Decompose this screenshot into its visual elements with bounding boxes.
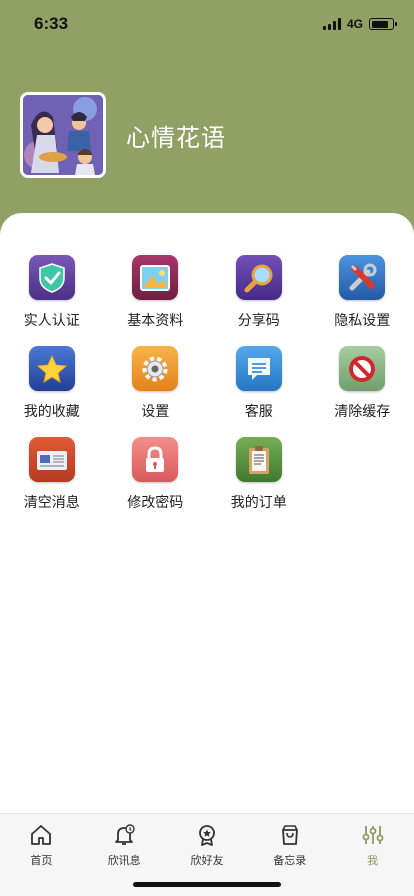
menu-item-verify[interactable]: 实人认证	[0, 255, 104, 330]
network-type: 4G	[346, 17, 363, 31]
no-entry-icon	[339, 346, 386, 391]
tab-me[interactable]: 我	[331, 814, 414, 896]
menu-item-favorites[interactable]: 我的收藏	[0, 346, 104, 421]
lock-icon	[132, 437, 179, 482]
signal-icon	[322, 18, 341, 30]
picture-icon	[132, 255, 179, 300]
menu-item-clear-cache[interactable]: 清除缓存	[311, 346, 414, 421]
menu-item-settings[interactable]: 设置	[104, 346, 208, 421]
menu-item-label: 基本资料	[127, 313, 184, 329]
shield-check-icon	[28, 255, 75, 300]
menu-item-privacy[interactable]: 隐私设置	[311, 255, 414, 330]
tools-icon	[339, 255, 386, 300]
menu-card: 实人认证 基本资料 分享码 隐私设置 我的收藏 设置 客服 清除缓存 清空消息 …	[0, 213, 414, 813]
magnifier-icon	[235, 255, 282, 300]
menu-item-label: 分享码	[237, 313, 280, 329]
menu-item-label: 隐私设置	[334, 313, 391, 329]
status-bar: 6:33 4G	[0, 0, 414, 48]
tab-label: 备忘录	[273, 854, 307, 867]
menu-item-change-password[interactable]: 修改密码	[104, 437, 208, 512]
home-icon	[31, 825, 52, 845]
menu-item-label: 清空消息	[23, 495, 80, 511]
tab-label: 欣讯息	[107, 854, 141, 867]
tab-label: 我	[367, 854, 379, 867]
menu-item-label: 客服	[244, 404, 273, 420]
tab-home[interactable]: 首页	[0, 814, 83, 896]
star-icon	[28, 346, 75, 391]
menu-item-label: 修改密码	[127, 495, 184, 511]
sliders-icon	[362, 826, 383, 844]
tab-label: 欣好友	[190, 854, 224, 867]
profile-name: 心情花语	[126, 124, 226, 152]
menu-item-service[interactable]: 客服	[207, 346, 311, 421]
menu-grid: 实人认证 基本资料 分享码 隐私设置 我的收藏 设置 客服 清除缓存 清空消息 …	[0, 255, 414, 512]
menu-item-label: 实人认证	[23, 313, 80, 329]
clipboard-icon	[235, 437, 282, 482]
status-indicators: 4G	[322, 17, 397, 31]
tab-label: 首页	[30, 854, 53, 867]
menu-item-label: 我的订单	[230, 495, 287, 511]
chat-icon	[235, 346, 282, 391]
avatar[interactable]	[20, 92, 106, 178]
status-time: 6:33	[34, 14, 69, 33]
news-icon	[28, 437, 75, 482]
menu-item-clear-messages[interactable]: 清空消息	[0, 437, 104, 512]
menu-item-share-code[interactable]: 分享码	[207, 255, 311, 330]
menu-item-label: 我的收藏	[23, 404, 80, 420]
bag-icon	[281, 825, 298, 845]
gear-icon	[132, 346, 179, 391]
badge-star-icon	[199, 825, 215, 846]
menu-item-label: 清除缓存	[334, 404, 391, 420]
menu-item-label: 设置	[141, 404, 170, 420]
home-indicator	[133, 882, 281, 887]
menu-item-orders[interactable]: 我的订单	[207, 437, 311, 512]
bell-icon	[115, 824, 135, 845]
battery-icon	[369, 18, 397, 30]
menu-item-profile[interactable]: 基本资料	[104, 255, 208, 330]
